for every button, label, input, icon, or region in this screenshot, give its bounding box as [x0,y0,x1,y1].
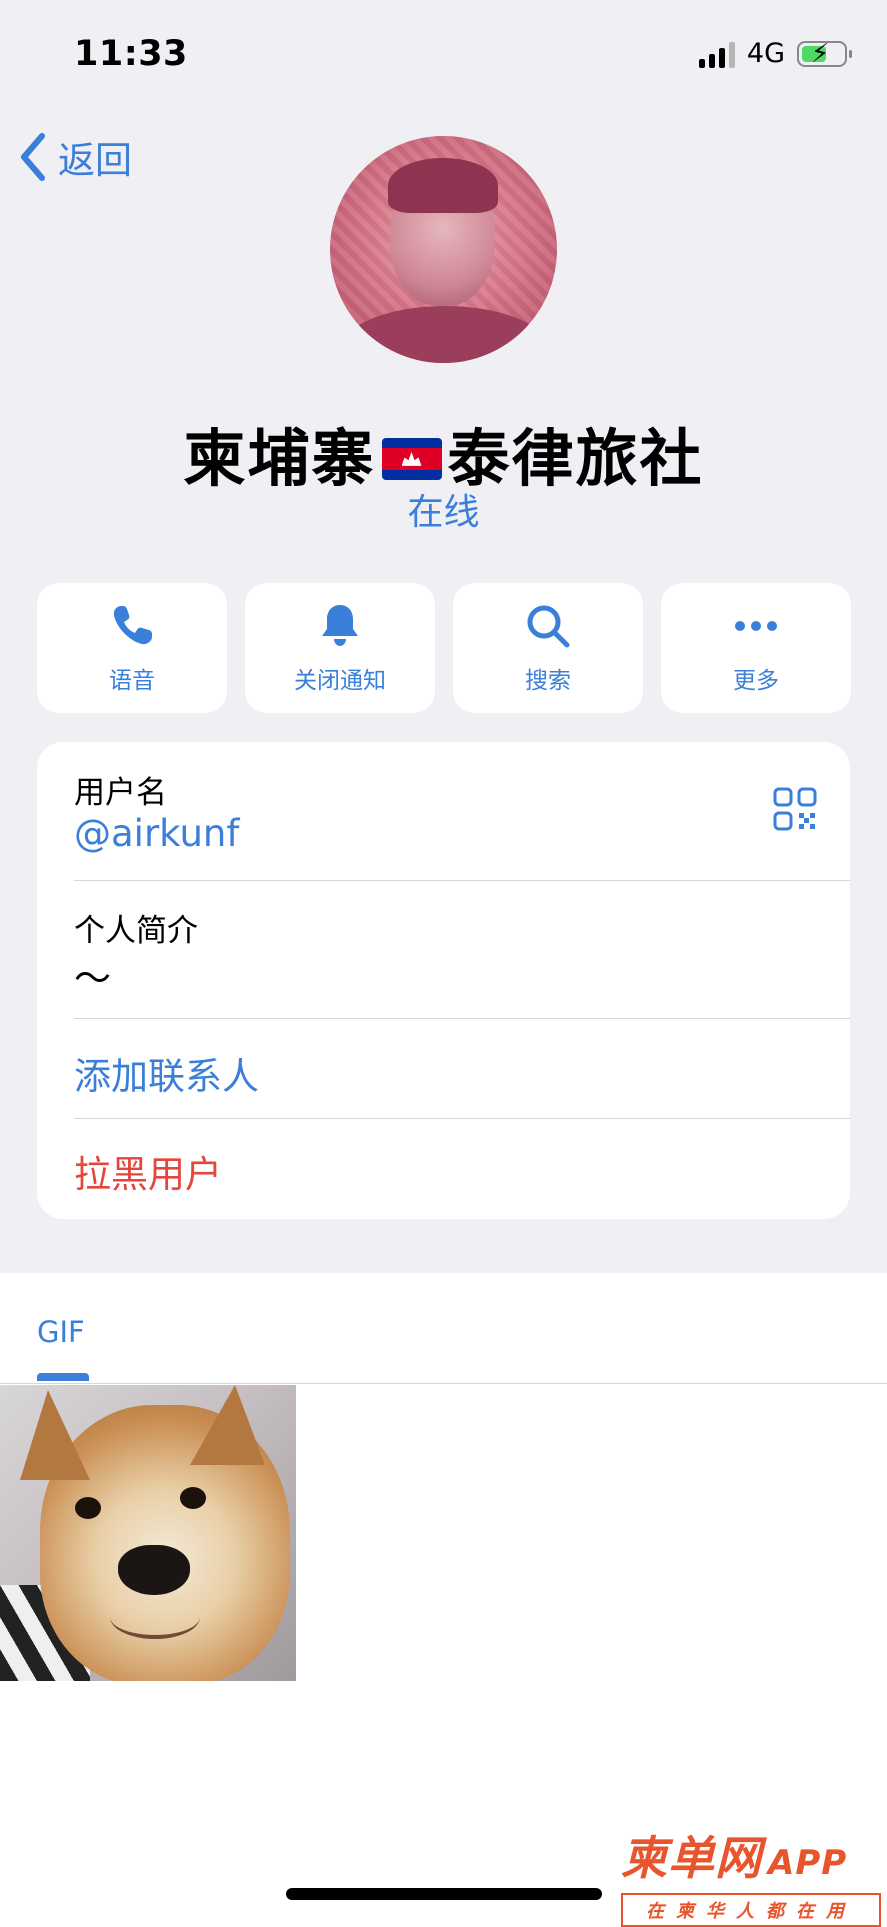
back-label: 返回 [58,139,132,182]
more-label: 更多 [733,668,779,694]
more-button[interactable]: 更多 [661,583,851,713]
battery-charging-icon: ⚡ [797,39,852,69]
avatar[interactable] [330,136,557,363]
chevron-left-icon [21,133,45,181]
search-button[interactable]: 搜索 [453,583,643,713]
add-contact-row[interactable]: 添加联系人 [74,1018,850,1119]
bell-icon [322,605,358,646]
network-type: 4G [746,38,785,69]
back-button[interactable]: 返回 [18,130,132,184]
cambodia-flag-icon [381,437,442,480]
signal-icon [698,40,735,68]
bio-value: ～ [74,957,111,1000]
more-icon [735,621,777,631]
tab-indicator [37,1373,89,1381]
block-user-button[interactable]: 拉黑用户 [74,1144,222,1198]
block-user-row[interactable]: 拉黑用户 [74,1118,850,1219]
status-time: 11:33 [74,34,188,74]
gif-thumbnail[interactable] [0,1385,296,1681]
bio-row: 个人简介 ～ [74,880,850,1019]
phone-icon [113,606,152,645]
username-row[interactable]: 用户名 @airkunf [74,742,850,881]
add-contact-button[interactable]: 添加联系人 [74,1046,259,1100]
username-value: @airkunf [74,812,240,855]
info-card: 用户名 @airkunf 个人简介 ～ 添加联系人 拉黑用户 [37,742,850,1219]
action-bar: 语音 关闭通知 搜索 更多 [37,583,851,713]
search-icon [527,605,570,648]
tab-gif[interactable]: GIF [37,1315,85,1349]
qr-code-icon[interactable] [773,787,817,831]
watermark-app: APP [768,1843,848,1883]
voice-call-button[interactable]: 语音 [37,583,227,713]
watermark-sub: 在柬华人都在用 [621,1893,881,1927]
username-label: 用户名 [74,775,167,811]
watermark-logo: 柬单网 APP 在柬华人都在用 [621,1832,881,1927]
mute-notifications-button[interactable]: 关闭通知 [245,583,435,713]
media-tabs: GIF [0,1273,887,1384]
online-status: 在线 [407,492,480,533]
mute-notifications-label: 关闭通知 [294,668,386,694]
search-label: 搜索 [525,668,571,694]
watermark-main: 柬单网 [621,1831,762,1885]
status-bar-indicators: 4G ⚡ [698,38,852,69]
voice-call-label: 语音 [109,668,155,694]
home-indicator[interactable] [286,1888,602,1900]
bio-label: 个人简介 [74,913,198,949]
